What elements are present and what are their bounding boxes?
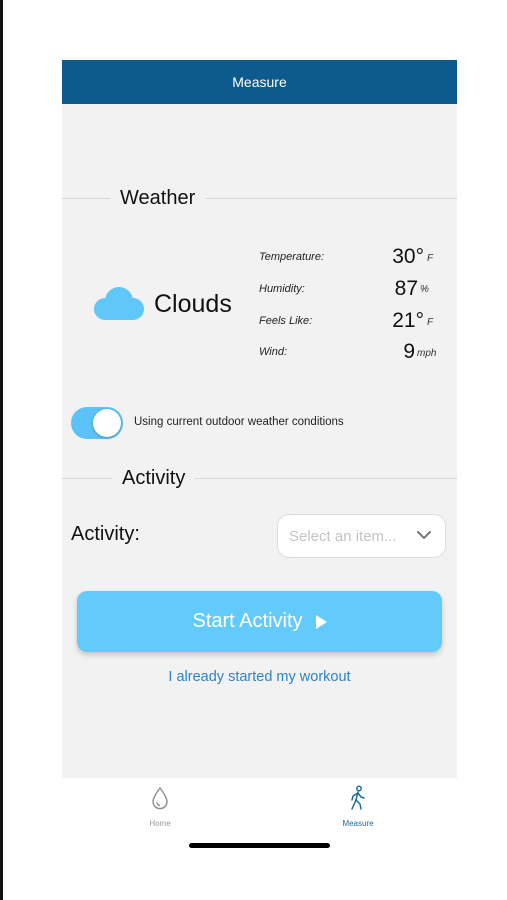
wind-value: 9 xyxy=(403,340,415,363)
select-placeholder: Select an item... xyxy=(289,527,397,545)
start-activity-button[interactable]: Start Activity xyxy=(77,591,442,652)
humidity-unit: % xyxy=(420,284,429,295)
humidity-label: Humidity: xyxy=(259,283,305,295)
weather-section-title: Weather xyxy=(110,187,206,210)
temperature-label: Temperature: xyxy=(259,251,325,263)
feels-like-unit: F xyxy=(427,317,434,328)
home-indicator xyxy=(189,843,330,848)
activity-section-title: Activity xyxy=(112,467,196,490)
tab-measure[interactable]: Measure xyxy=(308,778,408,838)
screen-edge xyxy=(0,0,3,900)
chevron-down-icon xyxy=(417,531,431,539)
temperature-value: 30° xyxy=(392,245,424,268)
toggle-label: Using current outdoor weather conditions xyxy=(134,416,344,428)
toggle-knob xyxy=(93,409,121,437)
tab-bar: Home Measure xyxy=(62,778,457,856)
start-activity-label: Start Activity xyxy=(192,610,303,632)
walking-person-icon xyxy=(351,785,365,810)
app-screen: Measure Weather Clouds Temperature: 30° … xyxy=(62,60,457,856)
tab-measure-label: Measure xyxy=(342,819,374,828)
already-started-link[interactable]: I already started my workout xyxy=(62,669,457,685)
wind-label: Wind: xyxy=(259,346,288,358)
water-drop-icon xyxy=(152,786,168,810)
tab-home-label: Home xyxy=(149,819,171,828)
weather-conditions-toggle[interactable] xyxy=(71,407,123,439)
temperature-unit: F xyxy=(427,253,434,264)
weather-condition: Clouds xyxy=(154,290,232,318)
cloud-icon xyxy=(94,287,144,320)
activity-field-label: Activity: xyxy=(71,523,140,545)
activity-select[interactable]: Select an item... xyxy=(277,514,446,558)
feels-like-label: Feels Like: xyxy=(259,315,313,327)
play-icon xyxy=(315,614,327,629)
humidity-value: 87 xyxy=(394,277,418,300)
tab-home[interactable]: Home xyxy=(110,778,210,838)
page-title: Measure xyxy=(232,74,287,90)
wind-unit: mph xyxy=(417,348,437,359)
nav-bar: Measure xyxy=(62,60,457,104)
feels-like-value: 21° xyxy=(392,309,424,332)
